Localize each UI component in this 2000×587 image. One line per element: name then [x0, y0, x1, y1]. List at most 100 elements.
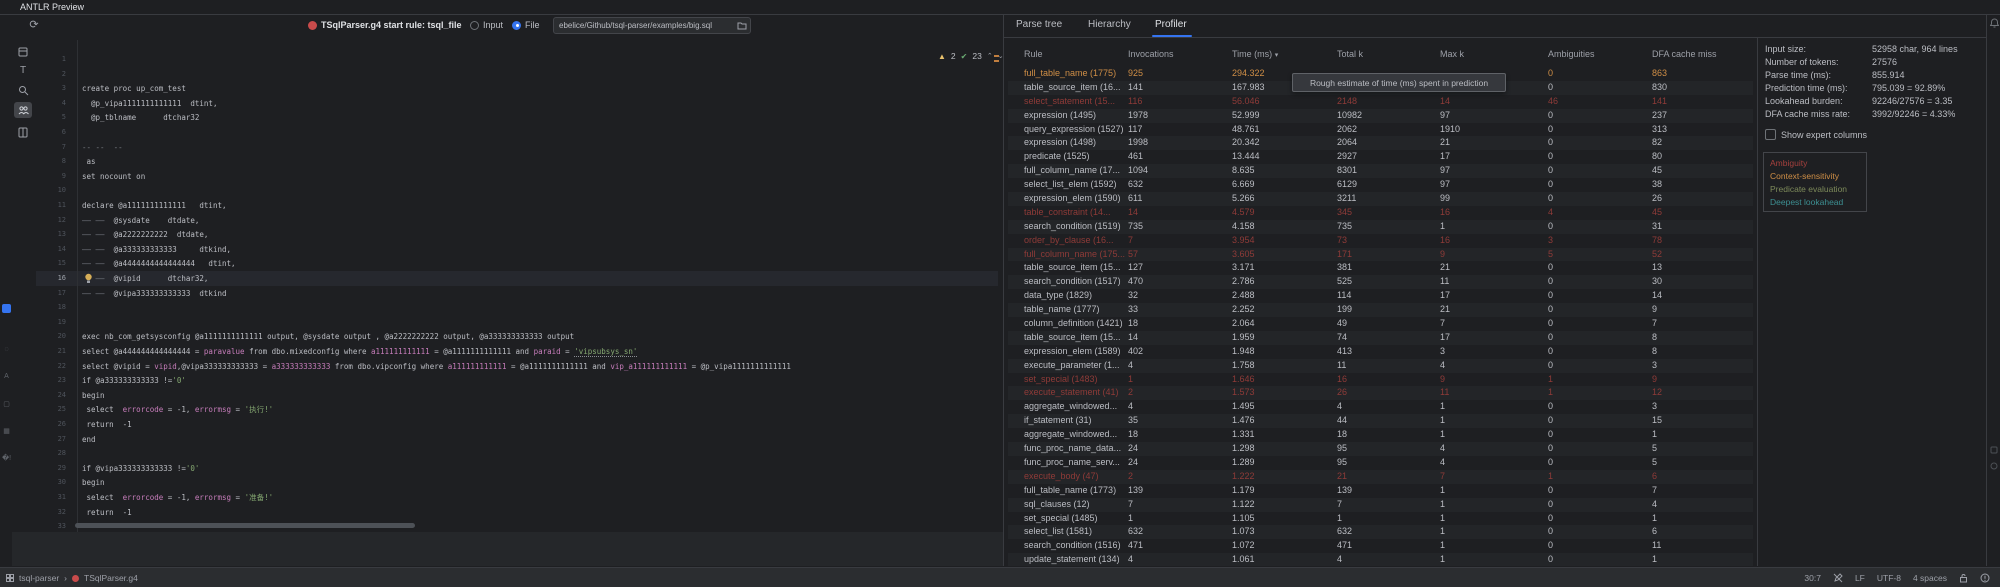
- info-panel-splitter[interactable]: [1757, 37, 1758, 566]
- activity-annotate-icon[interactable]: A: [2, 372, 11, 381]
- horizontal-scrollbar[interactable]: [75, 523, 415, 528]
- activity-grid-icon[interactable]: ▦: [2, 426, 11, 435]
- error-stripe-mark[interactable]: [994, 55, 999, 57]
- profiler-row[interactable]: execute_parameter (1...41.75811403: [1008, 359, 1753, 373]
- col-ambiguities[interactable]: Ambiguities: [1548, 42, 1652, 67]
- col-rule[interactable]: Rule: [1024, 42, 1128, 67]
- line-ending[interactable]: LF: [1855, 573, 1865, 583]
- profiler-row[interactable]: full_column_name (17...10948.63583019704…: [1008, 164, 1753, 178]
- input-radio-label[interactable]: Input: [483, 20, 503, 30]
- status-breadcrumb[interactable]: tsql-parser › TSqlParser.g4: [6, 568, 138, 587]
- profiler-row[interactable]: table_name (1777)332.2521992109: [1008, 303, 1753, 317]
- code-line[interactable]: 18: [36, 300, 1000, 315]
- profiler-row[interactable]: if_statement (31)351.476441015: [1008, 414, 1753, 428]
- file-radio-label[interactable]: File: [525, 20, 540, 30]
- code-line[interactable]: 26 return -1: [36, 417, 1000, 432]
- active-toolwindow-indicator[interactable]: [2, 304, 11, 313]
- profiler-row[interactable]: table_constraint (14...144.57934516445: [1008, 206, 1753, 220]
- activity-problems-icon[interactable]: �!: [2, 453, 11, 462]
- caret-position[interactable]: 30:7: [1804, 573, 1821, 583]
- profiler-row[interactable]: table_source_item (15...141.959741708: [1008, 331, 1753, 345]
- col-invocations[interactable]: Invocations: [1128, 42, 1232, 67]
- profiler-row[interactable]: search_condition (1516)4711.0724711011: [1008, 539, 1753, 553]
- code-line[interactable]: 11declare @a1111111111111 dtint,: [36, 198, 1000, 213]
- file-radio[interactable]: File: [512, 20, 540, 30]
- profiler-row[interactable]: set_special (1485)11.1051101: [1008, 512, 1753, 526]
- indent-setting[interactable]: 4 spaces: [1913, 573, 1947, 583]
- activity-circle-icon[interactable]: ◌: [2, 345, 11, 354]
- right-stripe-icon[interactable]: [1990, 462, 1998, 470]
- profiler-row[interactable]: data_type (1829)322.48811417014: [1008, 289, 1753, 303]
- expert-columns-label[interactable]: Show expert columns: [1781, 130, 1867, 140]
- file-encoding[interactable]: UTF-8: [1877, 573, 1901, 583]
- code-line[interactable]: 28: [36, 446, 1000, 461]
- text-icon[interactable]: T: [14, 62, 32, 78]
- code-line[interactable]: 29if @vipa333333333333 !='0': [36, 461, 1000, 476]
- intention-bulb-icon[interactable]: [84, 273, 93, 284]
- code-line[interactable]: 6: [36, 125, 1000, 140]
- input-radio[interactable]: Input: [470, 20, 503, 30]
- profiler-row[interactable]: set_special (1483)11.64616919: [1008, 373, 1753, 387]
- profiler-row[interactable]: search_condition (1519)7354.1587351031: [1008, 220, 1753, 234]
- radio-off-icon[interactable]: [470, 21, 479, 30]
- checkbox-icon[interactable]: [1765, 129, 1776, 140]
- radio-on-icon[interactable]: [512, 21, 521, 30]
- code-line[interactable]: 32 return -1: [36, 505, 1000, 520]
- profiler-row[interactable]: expression_elem (1590)6115.266321199026: [1008, 192, 1753, 206]
- show-expert-columns-checkbox[interactable]: Show expert columns: [1765, 129, 1867, 140]
- code-line[interactable]: 21select @a444444444444444 = paravalue f…: [36, 344, 1000, 359]
- folder-icon[interactable]: [737, 21, 747, 30]
- code-line[interactable]: 27end: [36, 432, 1000, 447]
- tab-profiler[interactable]: Profiler: [1155, 19, 1187, 30]
- profiler-row[interactable]: table_source_item (15...1273.17138121013: [1008, 261, 1753, 275]
- profiler-row[interactable]: predicate (1525)46113.444292717080: [1008, 150, 1753, 164]
- col-max-k[interactable]: Max k: [1440, 42, 1548, 67]
- code-line[interactable]: 16 —— @vipid dtchar32,: [36, 271, 1000, 286]
- profiler-row[interactable]: column_definition (1421)182.06449707: [1008, 317, 1753, 331]
- right-stripe-icon[interactable]: [1990, 446, 1998, 454]
- tab-parse-tree[interactable]: Parse tree: [1016, 19, 1062, 30]
- col-dfa-cache-miss[interactable]: DFA cache miss: [1652, 42, 1742, 67]
- code-line[interactable]: 15—— —— @a4444444444444444 dtint,: [36, 256, 1000, 271]
- panel-splitter[interactable]: [1003, 15, 1004, 566]
- tab-hierarchy[interactable]: Hierarchy: [1088, 19, 1131, 30]
- col-total-k[interactable]: Total k: [1337, 42, 1440, 67]
- code-editor[interactable]: 123create proc up_com_test4 @p_vipa11111…: [36, 40, 1000, 532]
- code-line[interactable]: 17—— —— @vipa333333333333 dtkind: [36, 286, 1000, 301]
- profiler-row[interactable]: expression_elem (1589)4021.948413308: [1008, 345, 1753, 359]
- profiler-row[interactable]: full_column_name (175...573.6051719552: [1008, 248, 1753, 262]
- code-line[interactable]: 13—— —— @a2222222222 dtdate,: [36, 227, 1000, 242]
- profiler-row[interactable]: func_proc_name_serv...241.28995405: [1008, 456, 1753, 470]
- code-line[interactable]: 3create proc up_com_test: [36, 81, 1000, 96]
- activity-square-icon[interactable]: ▢: [2, 399, 11, 408]
- profiler-row[interactable]: order_by_clause (16...73.9547316378: [1008, 234, 1753, 248]
- code-line[interactable]: 8 as: [36, 154, 1000, 169]
- refresh-icon[interactable]: ⟳: [26, 16, 42, 32]
- profiler-row[interactable]: expression (1495)197852.99910982970237: [1008, 109, 1753, 123]
- readonly-pen-icon[interactable]: [1833, 573, 1843, 583]
- code-line[interactable]: 30begin: [36, 475, 1000, 490]
- code-line[interactable]: 14—— —— @a333333333333 dtkind,: [36, 242, 1000, 257]
- code-line[interactable]: 24begin: [36, 388, 1000, 403]
- problems-indicator-icon[interactable]: [1980, 573, 1990, 583]
- profiler-row[interactable]: full_table_name (1773)1391.179139107: [1008, 484, 1753, 498]
- code-line[interactable]: 20exec nb_com_getsysconfig @a11111111111…: [36, 329, 1000, 344]
- search-icon[interactable]: [14, 82, 32, 98]
- code-line[interactable]: 25 select errorcode = -1, errormsg = '执行…: [36, 402, 1000, 417]
- code-line[interactable]: 12—— —— @sysdate dtdate,: [36, 213, 1000, 228]
- code-line[interactable]: 23if @a333333333333 !='0': [36, 373, 1000, 388]
- code-line[interactable]: 1: [36, 52, 1000, 67]
- code-line[interactable]: 31 select errorcode = -1, errormsg = '准备…: [36, 490, 1000, 505]
- profiler-row[interactable]: select_list (1581)6321.073632106: [1008, 525, 1753, 539]
- code-line[interactable]: 19: [36, 315, 1000, 330]
- profiler-row[interactable]: sql_clauses (12)71.1227104: [1008, 498, 1753, 512]
- notifications-bell-icon[interactable]: [1990, 18, 1999, 28]
- prev-issue-icon[interactable]: ⌃: [987, 52, 993, 60]
- profiler-row[interactable]: query_expression (1527)11748.76120621910…: [1008, 123, 1753, 137]
- error-stripe-mark[interactable]: [994, 60, 999, 62]
- profiler-row[interactable]: aggregate_windowed...181.33118101: [1008, 428, 1753, 442]
- users-icon[interactable]: [14, 102, 32, 118]
- code-line[interactable]: 4 @p_vipa1111111111111 dtint,: [36, 96, 1000, 111]
- code-line[interactable]: 22select @vipid = vipid,@vipa33333333333…: [36, 359, 1000, 374]
- profiler-row[interactable]: update_statement (134)41.0614101: [1008, 553, 1753, 566]
